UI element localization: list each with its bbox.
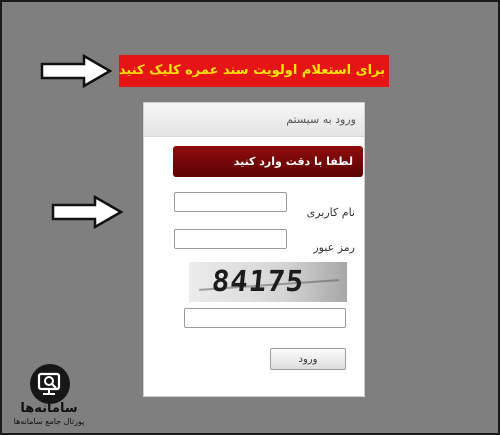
arrow-right-icon	[51, 195, 124, 229]
username-input[interactable]	[174, 192, 287, 212]
username-label: نام کاربری	[306, 206, 355, 219]
logo-title: سامانه‌ها	[20, 401, 78, 416]
umrah-priority-inquiry-link[interactable]: برای استعلام اولویت سند عمره کلیک کنید	[119, 55, 389, 87]
magnifier-monitor-icon	[37, 372, 61, 395]
password-label: رمز عبور	[313, 241, 355, 254]
login-notice: لطفا با دقت وارد کنید	[173, 146, 363, 177]
captcha-input[interactable]	[184, 308, 346, 328]
password-input[interactable]	[174, 229, 287, 249]
page-background: برای استعلام اولویت سند عمره کلیک کنید و…	[0, 0, 500, 435]
logo-subtitle: پورتال جامع سامانه‌ها	[13, 417, 85, 426]
arrow-right-icon	[40, 54, 113, 88]
logo-badge	[30, 364, 70, 404]
captcha-text: 84175	[210, 264, 307, 298]
captcha-image: 84175	[189, 262, 347, 302]
login-submit-button[interactable]: ورود	[270, 348, 346, 370]
samanehha-logo: سامانه‌ها پورتال جامع سامانه‌ها	[8, 364, 90, 430]
login-panel-title: ورود به سیستم	[144, 103, 364, 137]
login-panel: ورود به سیستم لطفا با دقت وارد کنید نام …	[143, 102, 365, 397]
